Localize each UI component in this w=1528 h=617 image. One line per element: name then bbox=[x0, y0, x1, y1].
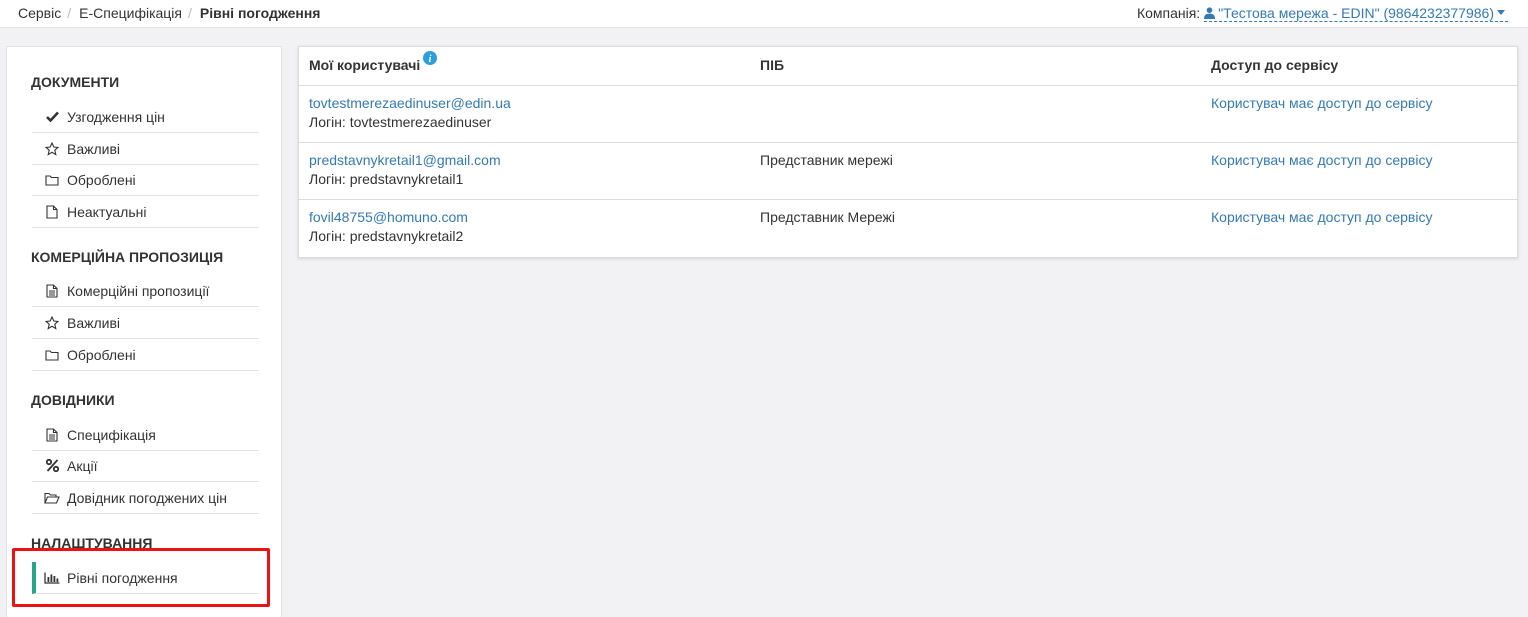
sidebar-item-label: Важливі bbox=[67, 314, 121, 331]
percent-icon bbox=[44, 458, 60, 474]
user-login: Логін: tovtestmerezaedinuser bbox=[309, 114, 492, 130]
sidebar-item-label: Неактуальні bbox=[67, 203, 147, 220]
user-login: Логін: predstavnykretail1 bbox=[309, 171, 464, 187]
sidebar-item-promotions[interactable]: Акції bbox=[32, 450, 259, 482]
column-header-users: Мої користувачі i bbox=[309, 51, 438, 73]
breadcrumb-e-specification[interactable]: Е-Специфікація bbox=[79, 5, 182, 21]
user-login: Логін: predstavnykretail2 bbox=[309, 228, 464, 244]
breadcrumb-service[interactable]: Сервіс bbox=[18, 5, 61, 21]
sidebar-item-label: Узгодження цін bbox=[67, 108, 165, 125]
folder-icon bbox=[44, 347, 60, 363]
breadcrumb-current: Рівні погодження bbox=[199, 5, 321, 21]
top-bar: Сервіс / Е-Специфікація / Рівні погоджен… bbox=[0, 0, 1528, 28]
sidebar-item-price-agreement[interactable]: Узгодження цін bbox=[32, 101, 259, 133]
file-text-icon bbox=[44, 427, 60, 443]
folder-icon bbox=[44, 172, 60, 188]
table-row: tovtestmerezaedinuser@edin.ua Логін: tov… bbox=[299, 86, 1517, 143]
user-email-link[interactable]: fovil48755@homuno.com bbox=[309, 208, 468, 227]
user-full-name: Представник мережі bbox=[760, 152, 893, 168]
svg-text:i: i bbox=[429, 54, 432, 65]
column-header-service-access: Доступ до сервісу bbox=[1211, 57, 1339, 73]
bar-chart-icon bbox=[44, 570, 60, 586]
sidebar-item-label: Рівні погодження bbox=[67, 569, 178, 586]
section-title-references: ДОВІДНИКИ bbox=[31, 392, 115, 408]
sidebar-item-commercial-offers[interactable]: Комерційні пропозиції bbox=[32, 275, 259, 307]
sidebar-item-label: Довідник погоджених цін bbox=[67, 489, 227, 506]
star-icon bbox=[44, 315, 60, 331]
user-full-name: Представник Мережі bbox=[760, 209, 896, 225]
check-icon bbox=[44, 109, 60, 125]
sidebar-item-label: Оброблені bbox=[67, 346, 136, 363]
column-header-label: Мої користувачі bbox=[309, 57, 421, 73]
sidebar-item-approval-levels[interactable]: Рівні погодження bbox=[32, 562, 259, 594]
sidebar-item-important-docs[interactable]: Важливі bbox=[32, 133, 259, 165]
sidebar-item-outdated-docs[interactable]: Неактуальні bbox=[32, 196, 259, 228]
sidebar: ДОКУМЕНТИ Узгодження цін Важливі Обробле… bbox=[6, 46, 282, 617]
table-row: fovil48755@homuno.com Логін: predstavnyk… bbox=[299, 200, 1517, 257]
sidebar-item-label: Важливі bbox=[67, 140, 121, 157]
info-icon[interactable]: i bbox=[423, 51, 438, 65]
sidebar-item-label: Оброблені bbox=[67, 171, 136, 188]
breadcrumb: Сервіс / Е-Специфікація / Рівні погоджен… bbox=[18, 4, 320, 22]
user-cell: tovtestmerezaedinuser@edin.ua Логін: tov… bbox=[309, 94, 511, 132]
company-selector: Компанія: "Тестова мережа - EDIN" (98642… bbox=[1137, 4, 1508, 22]
column-header-full-name: ПІБ bbox=[760, 57, 785, 73]
file-icon bbox=[44, 204, 60, 220]
section-title-commercial-offer: КОМЕРЦІЙНА ПРОПОЗИЦІЯ bbox=[31, 249, 224, 265]
user-cell: predstavnykretail1@gmail.com Логін: pred… bbox=[309, 151, 501, 189]
table-header: Мої користувачі i ПІБ Доступ до сервісу bbox=[299, 47, 1517, 86]
user-icon bbox=[1204, 6, 1216, 19]
breadcrumb-separator: / bbox=[188, 5, 192, 21]
caret-down-icon bbox=[1497, 10, 1505, 15]
file-text-icon bbox=[44, 283, 60, 299]
sidebar-item-label: Акції bbox=[67, 457, 98, 474]
service-access-status[interactable]: Користувач має доступ до сервісу bbox=[1211, 151, 1432, 170]
company-label: Компанія: bbox=[1136, 5, 1201, 21]
user-email-link[interactable]: predstavnykretail1@gmail.com bbox=[309, 151, 501, 170]
company-name: "Тестова мережа - EDIN" (9864232377986) bbox=[1218, 4, 1494, 21]
sidebar-item-label: Комерційні пропозиції bbox=[67, 282, 210, 299]
folder-open-icon bbox=[44, 490, 60, 506]
sidebar-item-specification[interactable]: Специфікація bbox=[32, 419, 259, 451]
star-icon bbox=[44, 141, 60, 157]
sidebar-item-processed-docs[interactable]: Оброблені bbox=[32, 164, 259, 196]
section-title-documents: ДОКУМЕНТИ bbox=[31, 74, 120, 90]
service-access-status[interactable]: Користувач має доступ до сервісу bbox=[1211, 208, 1432, 227]
sidebar-item-agreed-prices-directory[interactable]: Довідник погоджених цін bbox=[32, 482, 259, 514]
sidebar-item-label: Специфікація bbox=[67, 426, 156, 443]
user-email-link[interactable]: tovtestmerezaedinuser@edin.ua bbox=[309, 94, 511, 113]
sidebar-item-important-offers[interactable]: Важливі bbox=[32, 307, 259, 339]
user-cell: fovil48755@homuno.com Логін: predstavnyk… bbox=[309, 208, 468, 246]
table-row: predstavnykretail1@gmail.com Логін: pred… bbox=[299, 143, 1517, 200]
company-dropdown[interactable]: "Тестова мережа - EDIN" (9864232377986) bbox=[1204, 5, 1508, 22]
service-access-status[interactable]: Користувач має доступ до сервісу bbox=[1211, 94, 1432, 113]
breadcrumb-separator: / bbox=[67, 5, 72, 21]
users-table: Мої користувачі i ПІБ Доступ до сервісу … bbox=[298, 46, 1518, 258]
sidebar-item-processed-offers[interactable]: Оброблені bbox=[32, 339, 259, 371]
section-title-settings: НАЛАШТУВАННЯ bbox=[31, 535, 153, 551]
